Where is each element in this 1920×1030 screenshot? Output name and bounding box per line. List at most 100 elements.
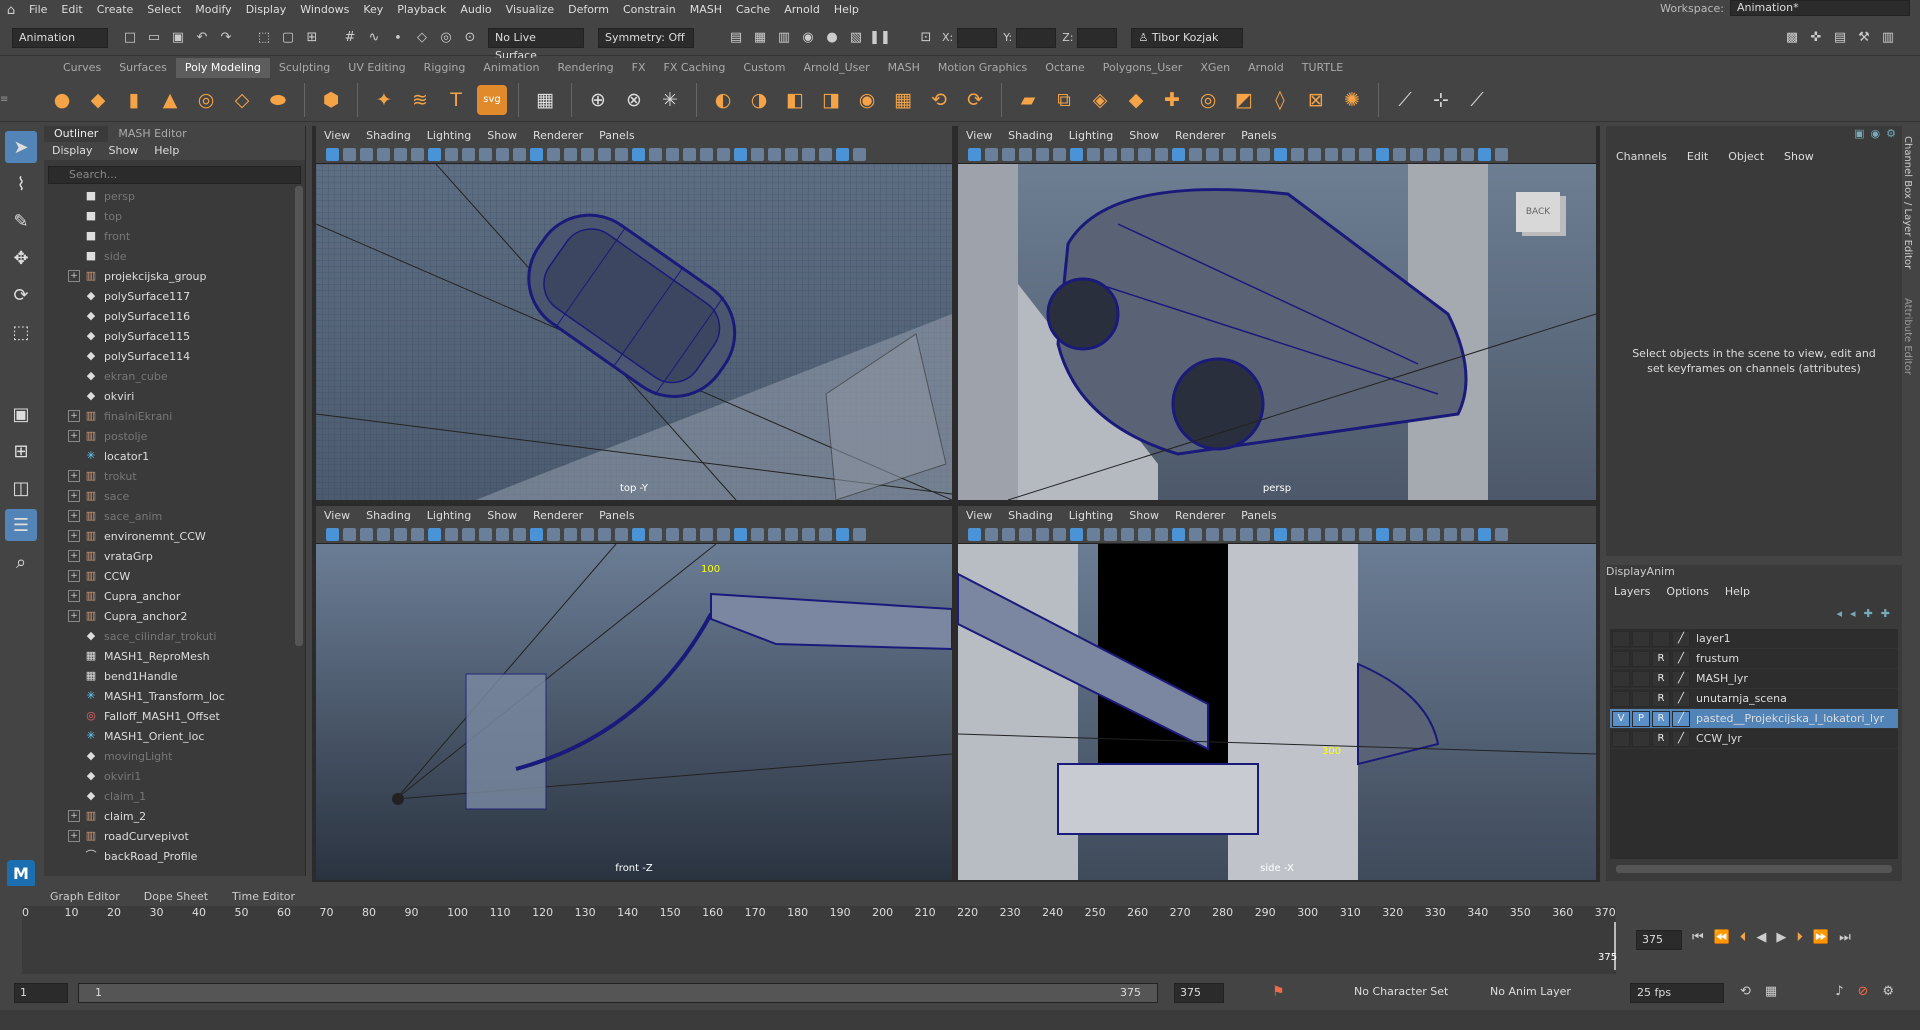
viewport-toolbar-icon[interactable]	[649, 528, 662, 541]
layer-playback-toggle[interactable]	[1632, 650, 1650, 667]
open-scene-icon[interactable]: ▭	[144, 28, 164, 48]
render-frame-icon[interactable]: ▦	[750, 28, 770, 48]
layer-row[interactable]: R ╱ CCW_lyr	[1610, 729, 1898, 749]
menu-create[interactable]: Create	[90, 0, 141, 20]
outliner-item[interactable]: ✳ MASH1_Orient_loc	[44, 726, 305, 746]
reduce-icon[interactable]: ▦	[888, 85, 918, 115]
viewport-toolbar-icon[interactable]	[394, 528, 407, 541]
viewport-toolbar-icon[interactable]	[1359, 528, 1372, 541]
attribute-editor-toggle-icon[interactable]: ▤	[1830, 28, 1850, 48]
viewport-menu-panels[interactable]: Panels	[1233, 126, 1284, 146]
character-controls-icon[interactable]: ✜	[1806, 28, 1826, 48]
viewport-toolbar-icon[interactable]	[1138, 528, 1151, 541]
expand-icon[interactable]: +	[68, 830, 80, 842]
new-scene-icon[interactable]: □	[120, 28, 140, 48]
viewport-toolbar-icon[interactable]	[1257, 148, 1270, 161]
menu-mash[interactable]: MASH	[683, 0, 729, 20]
outliner-item[interactable]: + ▥ postolje	[44, 426, 305, 446]
viewport-toolbar-icon[interactable]	[683, 148, 696, 161]
poke-icon[interactable]: ⊠	[1301, 85, 1331, 115]
viewport-toolbar-icon[interactable]	[564, 528, 577, 541]
viewport-toolbar-icon[interactable]	[1376, 528, 1389, 541]
shelf-tab-motion-graphics[interactable]: Motion Graphics	[929, 58, 1036, 78]
shelf-tab-poly-modeling[interactable]: Poly Modeling	[175, 58, 270, 78]
anim-layer-dropdown[interactable]: No Anim Layer	[1484, 983, 1600, 1003]
expand-icon[interactable]: +	[68, 550, 80, 562]
outliner-item[interactable]: + ▥ CCW	[44, 566, 305, 586]
outliner-menu-display[interactable]: Display	[44, 142, 101, 160]
z-field[interactable]	[1077, 27, 1118, 48]
viewport-toolbar-icon[interactable]	[649, 148, 662, 161]
search-tool-icon[interactable]: ⌕	[5, 546, 37, 578]
outliner-item[interactable]: ■ side	[44, 246, 305, 266]
viewport-toolbar-icon[interactable]	[1172, 528, 1185, 541]
bridge-icon[interactable]: ⧉	[1049, 85, 1079, 115]
viewport-toolbar-icon[interactable]	[1138, 148, 1151, 161]
layer-color-swatch[interactable]: ╱	[1672, 730, 1690, 747]
shelf-tab-fx-caching[interactable]: FX Caching	[655, 58, 735, 78]
menu-deform[interactable]: Deform	[561, 0, 616, 20]
viewport-toolbar-icon[interactable]	[985, 148, 998, 161]
wedge-icon[interactable]: ◊	[1265, 85, 1295, 115]
viewport-toolbar-icon[interactable]	[1121, 148, 1134, 161]
viewport-toolbar-icon[interactable]	[1410, 148, 1423, 161]
viewport-toolbar-icon[interactable]	[1121, 528, 1134, 541]
viewport-toolbar-icon[interactable]	[1393, 528, 1406, 541]
viewport-menu-show[interactable]: Show	[479, 506, 525, 526]
viewport-toolbar-icon[interactable]	[530, 528, 543, 541]
workspace-dropdown[interactable]: Animation*	[1730, 0, 1910, 16]
outliner-item[interactable]: + ▥ environemnt_CCW	[44, 526, 305, 546]
layer-playback-toggle[interactable]	[1632, 670, 1650, 687]
outliner-item[interactable]: ✳ locator1	[44, 446, 305, 466]
viewport-canvas[interactable]: top -Y	[316, 164, 952, 500]
layer-row[interactable]: R ╱ MASH_lyr	[1610, 669, 1898, 689]
menu-arnold[interactable]: Arnold	[777, 0, 827, 20]
outliner-item[interactable]: + ▥ sace	[44, 486, 305, 506]
layer-row[interactable]: R ╱ unutarnja_scena	[1610, 689, 1898, 709]
viewport-toolbar-icon[interactable]	[547, 528, 560, 541]
select-hierarchy-icon[interactable]: ⬚	[254, 28, 274, 48]
shelf-tab-polygons-user[interactable]: Polygons_User	[1094, 58, 1192, 78]
viewport-toolbar-icon[interactable]	[1495, 148, 1508, 161]
redo-icon[interactable]: ↷	[216, 28, 236, 48]
viewport-toolbar-icon[interactable]	[1257, 528, 1270, 541]
outliner-item[interactable]: ◆ claim_1	[44, 786, 305, 806]
viewport-toolbar-icon[interactable]	[1376, 148, 1389, 161]
pause-icon[interactable]: ❚❚	[869, 28, 891, 48]
layer-playback-toggle[interactable]	[1632, 730, 1650, 747]
viewport-toolbar-icon[interactable]	[968, 148, 981, 161]
viewport-toolbar-icon[interactable]	[1461, 528, 1474, 541]
viewport-menu-show[interactable]: Show	[1121, 126, 1167, 146]
modeling-toolkit-icon[interactable]: ▩	[1782, 28, 1802, 48]
step-back-key-icon[interactable]: ⏴	[1740, 930, 1747, 945]
viewport-menu-view[interactable]: View	[316, 126, 358, 146]
outliner-menu-show[interactable]: Show	[101, 142, 147, 160]
smooth-icon[interactable]: ✳	[655, 85, 685, 115]
preferences-icon[interactable]: ⊘	[1858, 984, 1869, 999]
viewport-toolbar-icon[interactable]	[1291, 148, 1304, 161]
outliner-item[interactable]: + ▥ roadCurvepivot	[44, 826, 305, 846]
viewcube[interactable]: BACK	[1516, 192, 1560, 232]
shelf-tab-sculpting[interactable]: Sculpting	[270, 58, 339, 78]
ipr-render-icon[interactable]: ▥	[774, 28, 794, 48]
expand-icon[interactable]: +	[68, 410, 80, 422]
four-view-icon[interactable]: ⊞	[5, 435, 37, 467]
viewport-toolbar-icon[interactable]	[445, 528, 458, 541]
svg-icon[interactable]: svg	[477, 84, 507, 115]
layer-tab-display[interactable]: Display	[1606, 565, 1647, 583]
viewport-menu-renderer[interactable]: Renderer	[525, 126, 591, 146]
viewport-toolbar-icon[interactable]	[1308, 148, 1321, 161]
character-set-dropdown[interactable]: No Character Set	[1348, 983, 1472, 1003]
snap-point-icon[interactable]: ∙	[388, 28, 408, 48]
viewport-menu-lighting[interactable]: Lighting	[419, 126, 479, 146]
layer-color-swatch[interactable]: ╱	[1672, 670, 1690, 687]
step-forward-icon[interactable]: ⏩	[1813, 930, 1829, 945]
layer-color-swatch[interactable]: ╱	[1672, 630, 1690, 647]
viewport-toolbar-icon[interactable]	[513, 148, 526, 161]
viewport-toolbar-icon[interactable]	[853, 148, 866, 161]
viewport-canvas[interactable]: BACK persp	[958, 164, 1596, 500]
bool-union-icon[interactable]: ◐	[708, 85, 738, 115]
extract-icon[interactable]: ◨	[816, 85, 846, 115]
outliner-menu-help[interactable]: Help	[146, 142, 187, 160]
remesh-icon[interactable]: ⟲	[924, 85, 954, 115]
